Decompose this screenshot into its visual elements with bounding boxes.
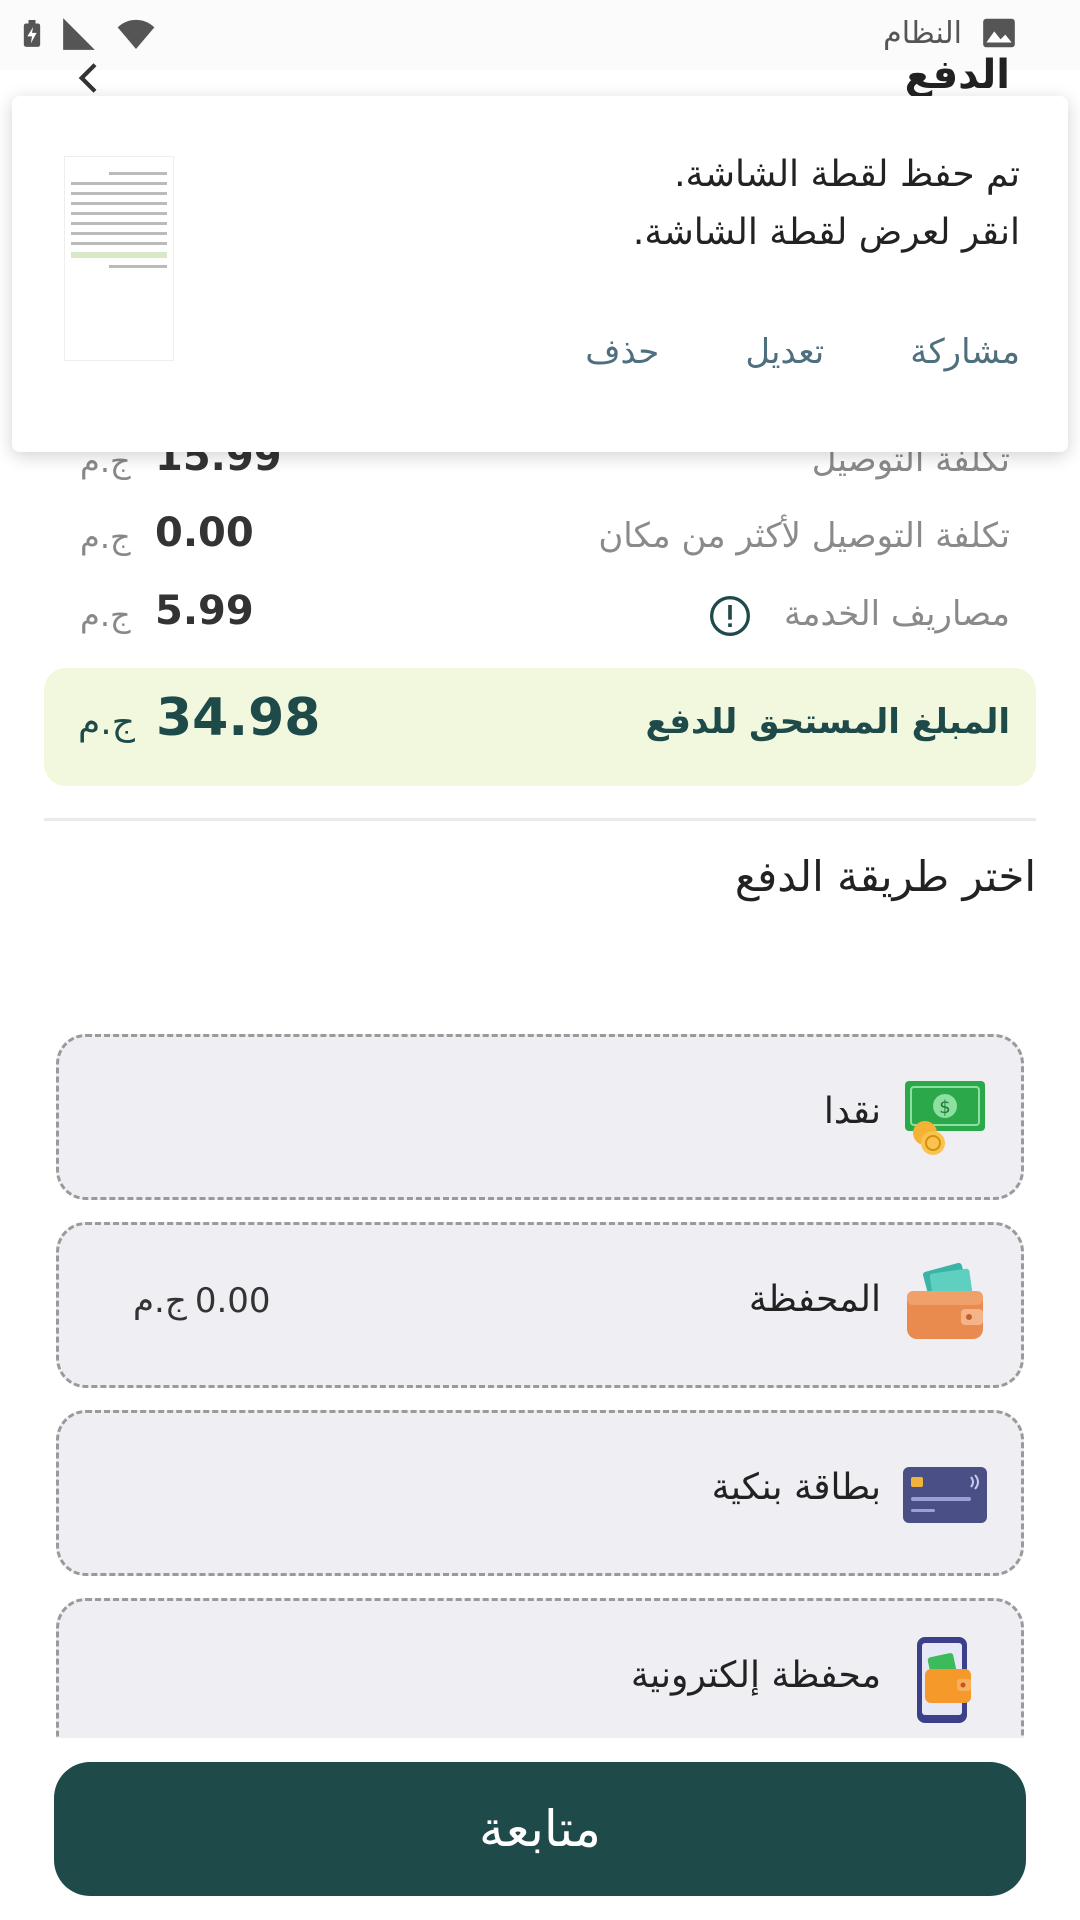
status-label: النظام xyxy=(883,15,962,51)
payment-method-title: اختر طريقة الدفع xyxy=(734,852,1036,901)
currency-label: ج.م xyxy=(80,596,131,634)
service-fee-row: مصاريف الخدمة 5.99 ج.م xyxy=(0,586,1080,646)
payment-option-label: نقدا xyxy=(823,1091,881,1132)
notification-subtitle: انقر لعرض لقطة الشاشة. xyxy=(632,212,1020,253)
screenshot-notification[interactable]: تم حفظ لقطة الشاشة. انقر لعرض لقطة الشاش… xyxy=(12,96,1068,452)
service-fee-value: 5.99 xyxy=(155,588,254,634)
divider xyxy=(44,818,1036,821)
currency-label: ج.م xyxy=(78,702,135,743)
payment-option-wallet[interactable]: المحفظة 0.00 ج.م xyxy=(56,1222,1024,1388)
currency-label: ج.م xyxy=(80,518,131,556)
service-fee-label: مصاريف الخدمة xyxy=(784,594,1010,634)
back-arrow-icon[interactable] xyxy=(70,58,110,98)
multi-delivery-cost-value: 0.00 xyxy=(155,510,254,556)
delete-button[interactable]: حذف xyxy=(585,332,659,372)
cash-icon: $ xyxy=(905,1081,985,1155)
payment-option-bank-card[interactable]: بطاقة بنكية xyxy=(56,1410,1024,1576)
payment-option-cash[interactable]: $ نقدا xyxy=(56,1034,1024,1200)
total-due-value: 34.98 xyxy=(156,688,321,748)
svg-text:$: $ xyxy=(939,1097,950,1118)
total-due-label: المبلغ المستحق للدفع xyxy=(645,702,1011,742)
wallet-balance: 0.00 ج.م xyxy=(133,1281,271,1321)
multi-delivery-cost-label: تكلفة التوصيل لأكثر من مكان xyxy=(598,516,1010,556)
screenshot-thumbnail[interactable] xyxy=(64,156,174,361)
notification-title: تم حفظ لقطة الشاشة. xyxy=(674,154,1020,195)
wallet-balance-value: 0.00 xyxy=(194,1281,271,1321)
multi-delivery-cost-row: تكلفة التوصيل لأكثر من مكان 0.00 ج.م xyxy=(0,508,1080,568)
mobile-wallet-icon xyxy=(917,1637,971,1723)
notification-actions: مشاركة تعديل حذف xyxy=(585,332,1020,372)
image-notification-icon xyxy=(983,18,1015,48)
edit-button[interactable]: تعديل xyxy=(745,332,824,372)
continue-button[interactable]: متابعة xyxy=(54,1762,1026,1896)
payment-option-label: بطاقة بنكية xyxy=(711,1467,881,1508)
credit-card-icon xyxy=(903,1467,987,1523)
share-button[interactable]: مشاركة xyxy=(910,332,1020,372)
status-icons xyxy=(18,14,160,54)
status-notification-area: النظام xyxy=(883,14,1018,52)
page-title: الدفع xyxy=(904,52,1010,98)
payment-option-label: المحفظة xyxy=(748,1279,881,1320)
total-due-box: المبلغ المستحق للدفع 34.98 ج.م xyxy=(44,668,1036,786)
wallet-icon xyxy=(907,1262,983,1339)
info-icon[interactable] xyxy=(708,594,752,638)
cell-signal-icon xyxy=(63,18,95,50)
currency-label: ج.م xyxy=(133,1281,187,1321)
battery-charging-icon xyxy=(23,20,41,47)
wifi-icon xyxy=(117,19,155,49)
payment-option-label: محفظة إلكترونية xyxy=(630,1655,881,1696)
